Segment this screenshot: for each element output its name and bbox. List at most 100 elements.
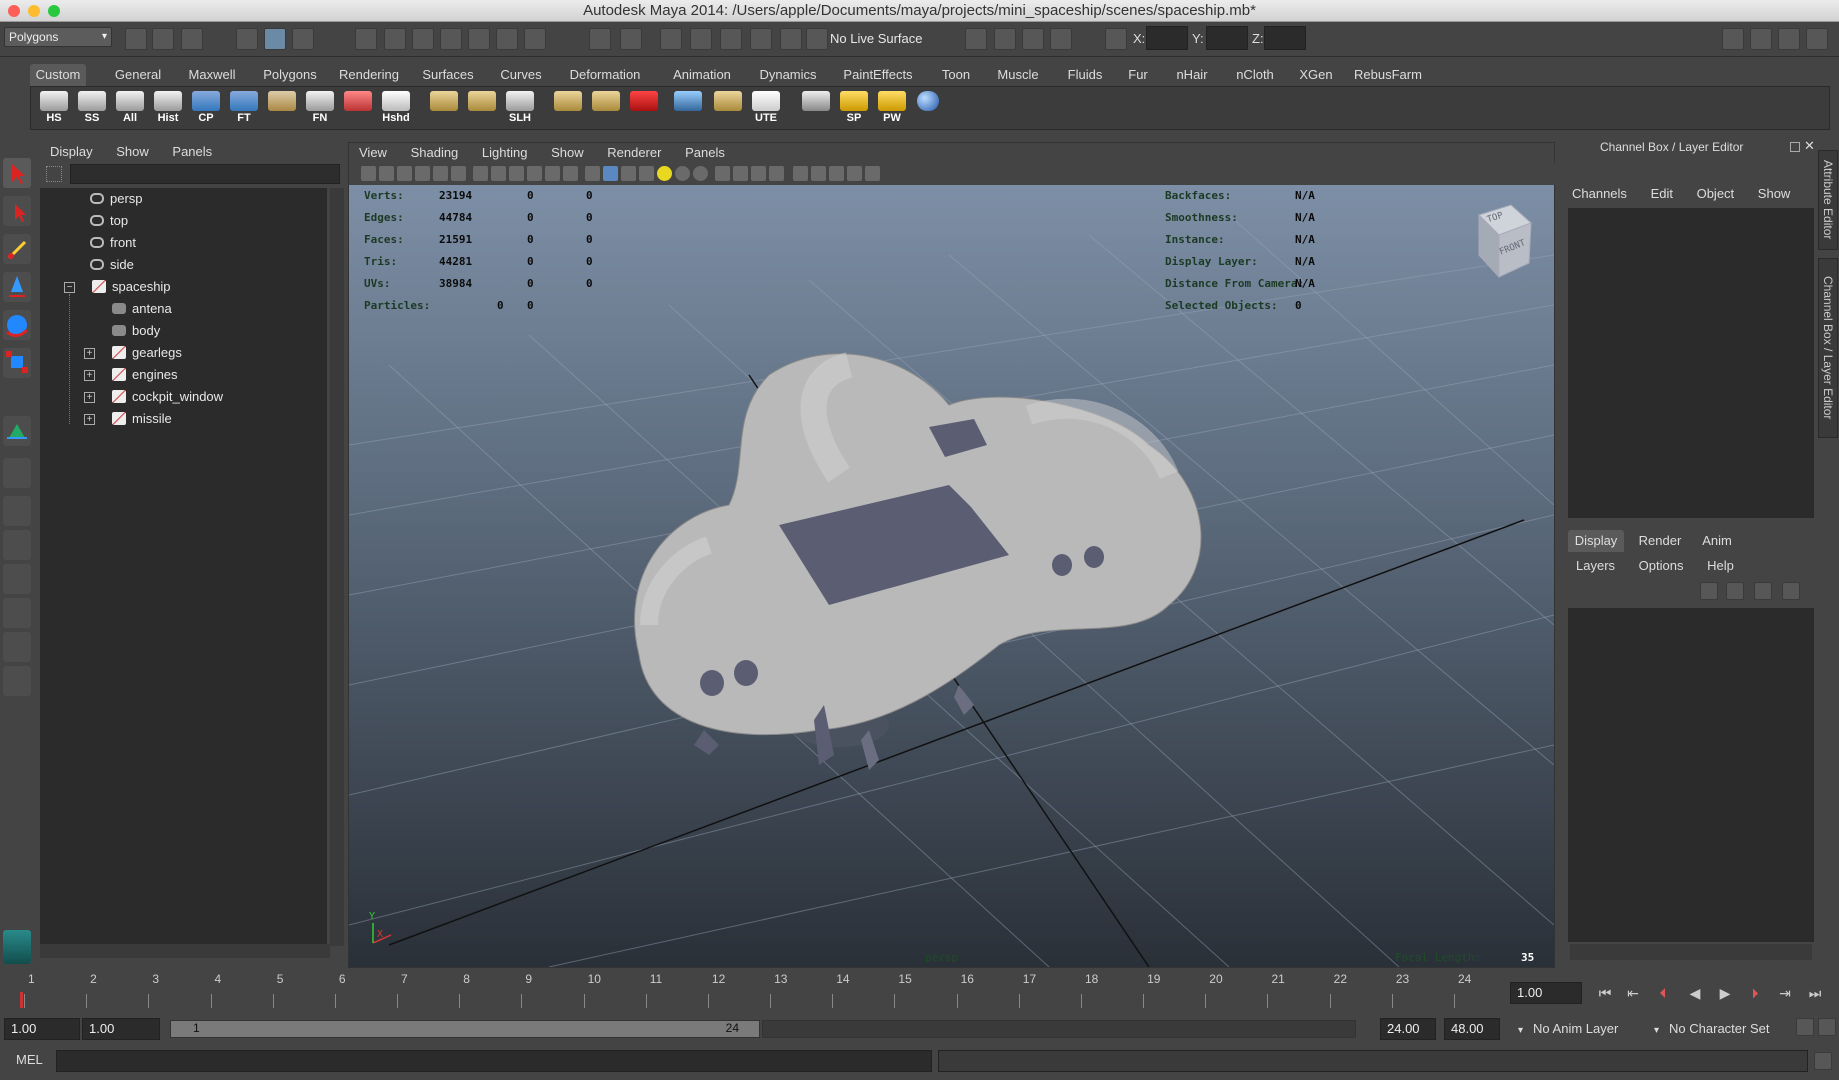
channel-menu-show[interactable]: Show — [1758, 186, 1791, 201]
close-panel-icon[interactable]: ✕ — [1804, 138, 1815, 154]
move-layer-up-icon[interactable] — [1700, 582, 1718, 600]
field-chart-icon[interactable] — [545, 166, 560, 181]
shelf-tab-fluids[interactable]: Fluids — [1060, 64, 1110, 86]
animation-start-field[interactable]: 1.00 — [4, 1018, 80, 1040]
modeling-toolkit-icon[interactable] — [1722, 28, 1744, 50]
shelf-btn-stack[interactable] — [711, 91, 745, 127]
outliner-item-antena[interactable]: antena — [112, 298, 172, 319]
shelf-btn-hist[interactable]: Hist — [151, 91, 185, 127]
shelf-btn-ss[interactable]: SS — [75, 91, 109, 127]
hypershade-icon[interactable] — [780, 28, 802, 50]
outliner-item-persp[interactable]: persp — [90, 188, 143, 209]
current-frame-field[interactable]: 1.00 — [1510, 982, 1582, 1004]
move-layer-down-icon[interactable] — [1726, 582, 1744, 600]
menu-set-select[interactable]: Polygons ▾ — [4, 27, 112, 47]
snap-surface-icon[interactable] — [468, 28, 490, 50]
outliner-search-input[interactable] — [70, 164, 340, 184]
persp-outliner-layout-icon[interactable] — [3, 530, 31, 560]
film-gate-icon[interactable] — [491, 166, 506, 181]
single-perspective-layout-icon[interactable] — [3, 458, 31, 488]
shadows-icon[interactable] — [675, 166, 690, 181]
outliner-item-gearlegs[interactable]: gearlegs — [112, 342, 182, 363]
hud-toggle-icon[interactable] — [811, 166, 826, 181]
shelf-btn-ute[interactable]: UTE — [749, 91, 783, 127]
shelf-btn-ft[interactable]: FT — [227, 91, 261, 127]
four-view-layout-icon[interactable] — [3, 496, 31, 526]
custom-layout-icon[interactable] — [3, 666, 31, 696]
shelf-tab-dynamics[interactable]: Dynamics — [753, 64, 823, 86]
scale-tool-icon[interactable] — [3, 348, 31, 378]
textured-icon[interactable] — [639, 166, 654, 181]
shelf-btn-uv2[interactable] — [589, 91, 623, 127]
save-scene-icon[interactable] — [181, 28, 203, 50]
viewport-menu-renderer[interactable]: Renderer — [607, 145, 661, 160]
collapse-spaceship-toggle[interactable]: − — [64, 282, 75, 293]
transform-icon[interactable] — [1050, 28, 1072, 50]
channel-menu-object[interactable]: Object — [1697, 186, 1735, 201]
render-settings-icon[interactable] — [750, 28, 772, 50]
play-backwards-icon[interactable]: ◀ — [1684, 984, 1706, 1002]
expand-cockpit-window-toggle[interactable]: + — [84, 392, 95, 403]
manipulator-tool-icon[interactable] — [3, 416, 31, 446]
outliner-menu-show[interactable]: Show — [116, 144, 149, 159]
shelf-tab-polygons[interactable]: Polygons — [256, 64, 324, 86]
range-slider-track[interactable] — [762, 1020, 1356, 1038]
channel-menu-channels[interactable]: Channels — [1572, 186, 1627, 201]
viewport-menu-view[interactable]: View — [359, 145, 387, 160]
shelf-tab-toon[interactable]: Toon — [936, 64, 976, 86]
layer-menu-layers[interactable]: Layers — [1576, 558, 1615, 573]
snap-plane-icon[interactable] — [440, 28, 462, 50]
animation-end-field[interactable]: 48.00 — [1444, 1018, 1500, 1040]
shelf-btn-layer[interactable] — [465, 91, 499, 127]
shelf-tab-fur[interactable]: Fur — [1120, 64, 1156, 86]
grid-toggle-icon[interactable] — [473, 166, 488, 181]
rename-icon[interactable] — [1022, 28, 1044, 50]
shelf-btn-hshd[interactable]: Hshd — [379, 91, 413, 127]
shelf-btn-fn[interactable]: FN — [303, 91, 337, 127]
isolate-select-icon[interactable] — [769, 166, 784, 181]
shelf-tab-nhair[interactable]: nHair — [1168, 64, 1216, 86]
wireframe-on-shaded-icon[interactable] — [621, 166, 636, 181]
shelf-tab-custom[interactable]: Custom — [30, 64, 86, 86]
layer-menu-help[interactable]: Help — [1707, 558, 1734, 573]
time-slider[interactable]: 1 2 3 4 5 6 7 8 9 10 11 12 13 14 15 16 17 18 19 20 21 22 23 24 — [0, 970, 1509, 1010]
shelf-btn-measure[interactable] — [341, 91, 375, 127]
x-field[interactable] — [1146, 26, 1188, 50]
animation-preferences-icon[interactable] — [1818, 1018, 1836, 1036]
select-component-icon[interactable] — [292, 28, 314, 50]
playback-end-field[interactable]: 24.00 — [1380, 1018, 1436, 1040]
xray-components-icon[interactable] — [751, 166, 766, 181]
outliner-horizontal-scrollbar[interactable] — [40, 944, 330, 958]
go-to-end-icon[interactable]: ⏭ — [1804, 984, 1826, 1002]
open-scene-icon[interactable] — [152, 28, 174, 50]
select-hierarchy-icon[interactable] — [236, 28, 258, 50]
gate-mask-icon[interactable] — [527, 166, 542, 181]
layer-horizontal-scrollbar[interactable] — [1570, 944, 1812, 960]
new-empty-layer-icon[interactable] — [1754, 582, 1772, 600]
layer-tab-display[interactable]: Display — [1568, 530, 1624, 552]
outliner-item-missile[interactable]: missile — [112, 408, 172, 429]
mel-label[interactable]: MEL — [16, 1052, 43, 1067]
snap-point-icon[interactable] — [412, 28, 434, 50]
xray-joints-icon[interactable] — [733, 166, 748, 181]
lasso-tool-icon[interactable] — [3, 196, 31, 226]
outliner-menu-panels[interactable]: Panels — [172, 144, 212, 159]
hypershade-layout-icon[interactable] — [3, 598, 31, 628]
select-tool-icon[interactable] — [3, 158, 31, 188]
range-slider[interactable]: 1 24 — [170, 1020, 760, 1038]
outliner-menu-display[interactable]: Display — [50, 144, 93, 159]
command-input[interactable] — [56, 1050, 932, 1072]
channel-box-list[interactable] — [1568, 208, 1814, 518]
shelf-tab-deformation[interactable]: Deformation — [560, 64, 650, 86]
wireframe-icon[interactable] — [585, 166, 600, 181]
make-live-icon[interactable] — [496, 28, 518, 50]
viewport-menu-show[interactable]: Show — [551, 145, 584, 160]
high-quality-icon[interactable] — [829, 166, 844, 181]
frame-all-icon[interactable] — [847, 166, 862, 181]
ambient-occlusion-icon[interactable] — [693, 166, 708, 181]
play-forwards-icon[interactable]: ▶ — [1714, 984, 1736, 1002]
lights-icon[interactable] — [657, 166, 672, 181]
shelf-tab-animation[interactable]: Animation — [662, 64, 742, 86]
xray-icon[interactable] — [715, 166, 730, 181]
z-field[interactable] — [1264, 26, 1306, 50]
